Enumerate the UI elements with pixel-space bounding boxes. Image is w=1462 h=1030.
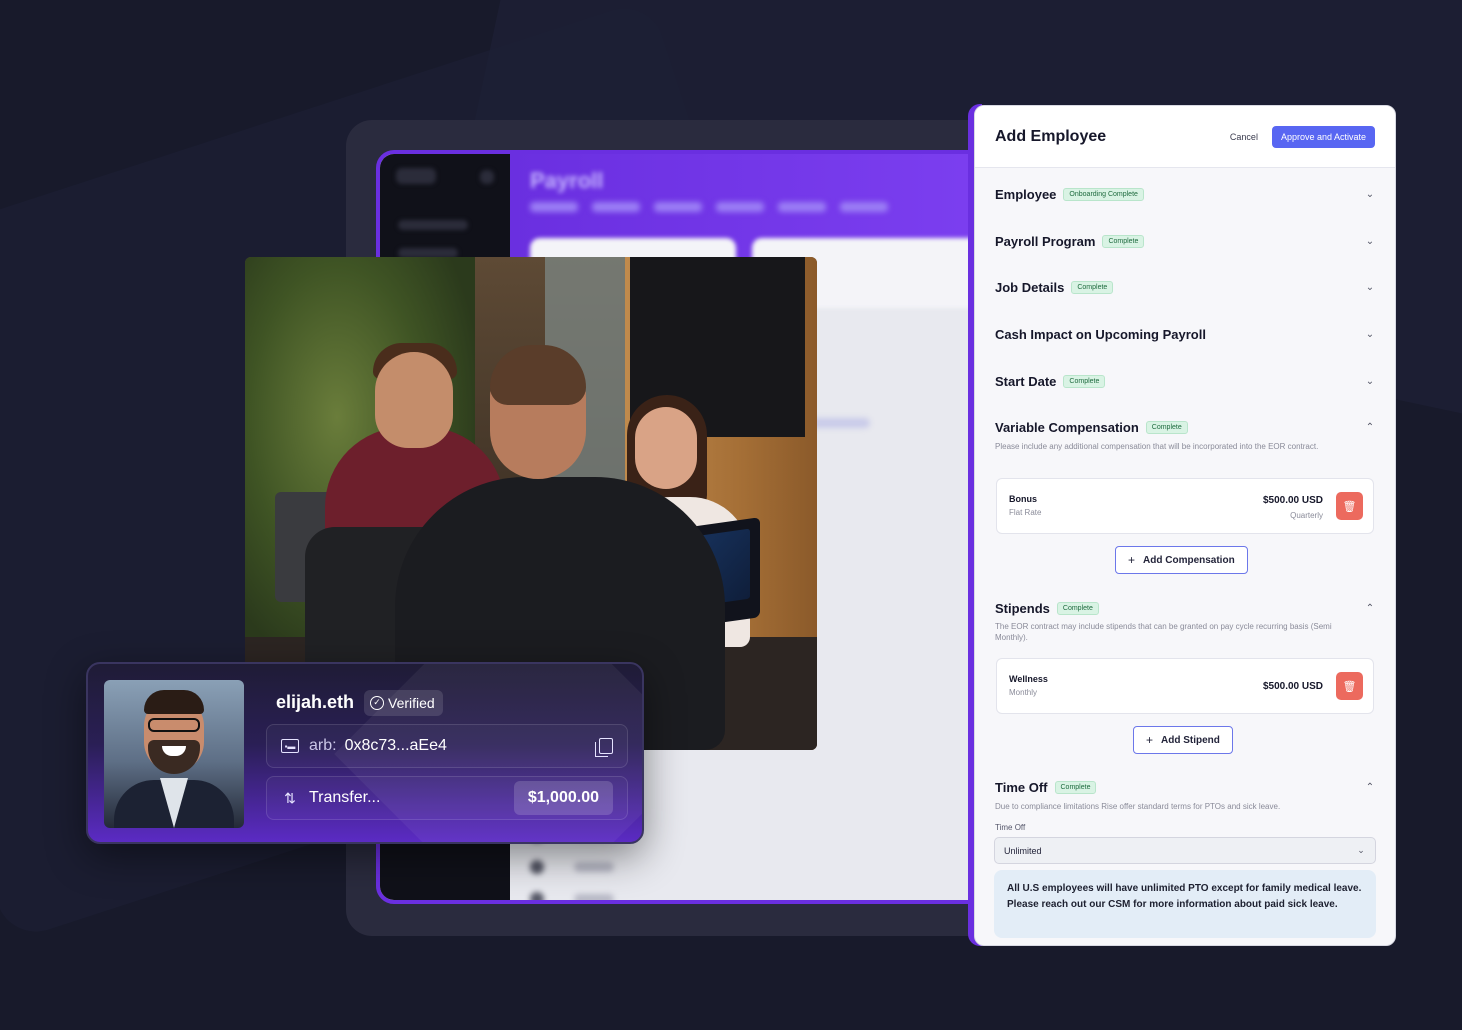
- status-badge: Complete: [1102, 234, 1145, 248]
- section-stipends[interactable]: Stipends Complete ⌃: [995, 598, 1375, 618]
- avatar: [104, 680, 244, 828]
- section-title: Stipends: [995, 600, 1050, 616]
- selected-value: Unlimited: [1004, 845, 1042, 856]
- id-card-icon: ▪▬: [281, 739, 299, 753]
- item-name: Wellness: [1009, 674, 1048, 684]
- section-cash-impact[interactable]: Cash Impact on Upcoming Payroll ⌄: [995, 324, 1375, 344]
- chevron-down-icon[interactable]: ⌄: [1365, 376, 1375, 387]
- section-title: Cash Impact on Upcoming Payroll: [995, 326, 1206, 342]
- item-type: Flat Rate: [1009, 508, 1042, 517]
- panel-header: Add Employee Cancel Approve and Activate: [975, 106, 1395, 168]
- approve-activate-button[interactable]: Approve and Activate: [1271, 125, 1375, 148]
- status-badge: Complete: [1145, 420, 1188, 434]
- section-job-details[interactable]: Job Details Complete ⌄: [995, 277, 1375, 297]
- sidebar-toggle-icon: [480, 170, 494, 184]
- item-frequency: Quarterly: [1290, 511, 1323, 520]
- wallet-profile-card: elijah.eth ✓ Verified ▪▬ arb: 0x8c73...a…: [86, 662, 644, 844]
- section-time-off[interactable]: Time Off Complete ⌃: [995, 777, 1375, 797]
- item-name: Bonus: [1009, 494, 1037, 504]
- trash-icon[interactable]: 🗑: [1336, 672, 1363, 700]
- app-title: Payroll: [530, 168, 604, 193]
- time-off-select[interactable]: Unlimited ⌄: [994, 837, 1376, 864]
- item-amount: $500.00 USD: [1262, 495, 1323, 506]
- add-compensation-button[interactable]: + Add Compensation: [1115, 546, 1248, 574]
- time-off-field-label: Time Off: [995, 823, 1026, 832]
- chevron-down-icon[interactable]: ⌄: [1365, 282, 1375, 293]
- section-title: Employee: [995, 186, 1057, 202]
- transfer-label: Transfer...: [309, 789, 381, 806]
- cancel-button[interactable]: Cancel: [1230, 132, 1258, 142]
- chevron-down-icon[interactable]: ⌄: [1365, 189, 1375, 200]
- section-description: The EOR contract may include stipends th…: [995, 622, 1332, 642]
- button-label: Add Stipend: [1161, 734, 1220, 746]
- verified-label: Verified: [388, 695, 435, 711]
- status-badge: Complete: [1056, 601, 1099, 615]
- app-logo: [396, 168, 436, 184]
- section-variable-compensation[interactable]: Variable Compensation Complete ⌃: [995, 417, 1375, 437]
- copy-icon[interactable]: [595, 738, 613, 757]
- sidebar-item: [398, 220, 468, 230]
- section-description: Please include any additional compensati…: [995, 442, 1319, 451]
- transfer-icon: ⇅: [284, 789, 296, 806]
- chevron-up-icon[interactable]: ⌃: [1365, 422, 1375, 433]
- app-tabs: [530, 202, 888, 212]
- section-title: Time Off: [995, 779, 1048, 795]
- section-title: Start Date: [995, 373, 1057, 389]
- chevron-down-icon[interactable]: ⌄: [1365, 329, 1375, 340]
- add-employee-panel: Add Employee Cancel Approve and Activate…: [974, 105, 1396, 946]
- section-title: Job Details: [995, 279, 1065, 295]
- transfer-row[interactable]: ⇅ Transfer... $1,000.00: [266, 776, 628, 820]
- chevron-up-icon[interactable]: ⌃: [1365, 603, 1375, 614]
- status-badge: Onboarding Complete: [1063, 187, 1144, 201]
- profile-name: elijah.eth: [276, 692, 355, 712]
- item-amount: $500.00 USD: [1262, 681, 1323, 692]
- stipend-item-card: Wellness Monthly $500.00 USD 🗑: [996, 658, 1374, 714]
- plus-icon: +: [1128, 553, 1136, 567]
- panel-title: Add Employee: [995, 127, 1107, 145]
- section-payroll-program[interactable]: Payroll Program Complete ⌄: [995, 231, 1375, 251]
- status-badge: Complete: [1063, 374, 1106, 388]
- compensation-item-card: Bonus Flat Rate $500.00 USD Quarterly 🗑: [996, 478, 1374, 534]
- trash-icon[interactable]: 🗑: [1336, 492, 1363, 520]
- chevron-up-icon[interactable]: ⌃: [1365, 782, 1375, 793]
- chevron-down-icon: ⌄: [1357, 845, 1365, 855]
- item-type: Monthly: [1009, 688, 1038, 697]
- info-note: All U.S employees will have unlimited PT…: [994, 870, 1376, 938]
- wallet-address: 0x8c73...aEe4: [344, 737, 447, 754]
- address-prefix: arb:: [309, 737, 337, 754]
- check-circle-icon: ✓: [370, 696, 384, 710]
- button-label: Add Compensation: [1143, 554, 1235, 566]
- section-employee[interactable]: Employee Onboarding Complete ⌄: [995, 184, 1375, 204]
- add-stipend-button[interactable]: + Add Stipend: [1133, 726, 1233, 754]
- verified-badge: ✓ Verified: [364, 690, 443, 716]
- chevron-down-icon[interactable]: ⌄: [1365, 236, 1375, 247]
- wallet-address-row: ▪▬ arb: 0x8c73...aEe4: [266, 724, 628, 768]
- plus-icon: +: [1146, 733, 1154, 747]
- status-badge: Complete: [1071, 280, 1114, 294]
- status-badge: Complete: [1054, 780, 1097, 794]
- section-start-date[interactable]: Start Date Complete ⌄: [995, 371, 1375, 391]
- section-title: Payroll Program: [995, 233, 1096, 249]
- section-description: Due to compliance limitations Rise offer…: [995, 802, 1281, 811]
- transfer-amount[interactable]: $1,000.00: [513, 781, 613, 815]
- section-title: Variable Compensation: [995, 419, 1139, 435]
